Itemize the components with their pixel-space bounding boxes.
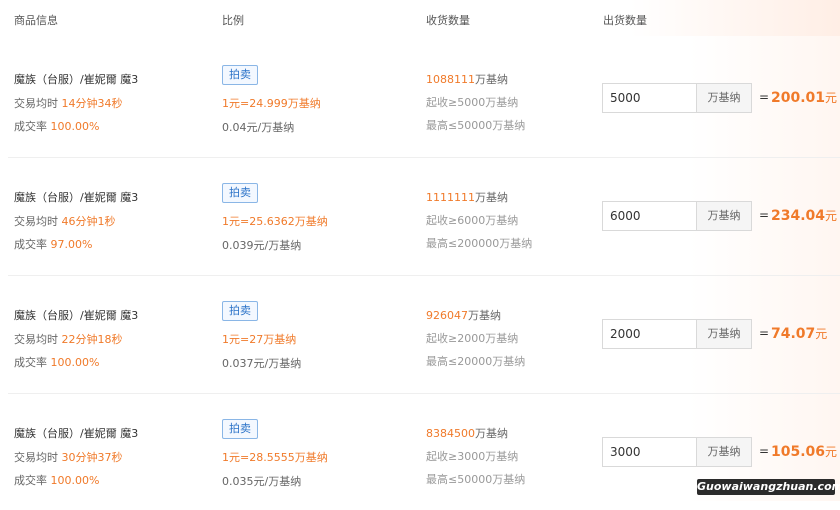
min-receive: 起收≥2000万基纳 [426, 332, 519, 345]
quantity-unit: 万基纳 [696, 201, 752, 231]
total-price: 105.06元 [771, 444, 838, 460]
total-price: 200.01元 [771, 90, 838, 106]
table-header: 商品信息 比例 收货数量 出货数量 [0, 0, 840, 36]
item-title[interactable]: 魔族（台服）/崔妮爾 魔3 [14, 189, 138, 205]
receive-quantity: 1088111万基纳 [426, 73, 508, 86]
min-receive: 起收≥5000万基纳 [426, 96, 519, 109]
site-watermark: Guowaiwangzhuan.com [697, 479, 840, 495]
receive-quantity: 926047万基纳 [426, 309, 501, 322]
unit-price: 0.039元/万基纳 [222, 239, 302, 252]
table-row: 魔族（台服）/崔妮爾 魔3 交易均时 46分钟1秒 成交率 97.00% 拍卖 … [0, 156, 840, 274]
ship-quantity-input[interactable]: 5000 [602, 83, 696, 113]
auction-tag: 拍卖 [222, 183, 258, 203]
receive-quantity: 1111111万基纳 [426, 191, 508, 204]
avg-trade-time: 交易均时 14分钟34秒 [14, 97, 123, 110]
receive-quantity: 8384500万基纳 [426, 427, 508, 440]
avg-trade-time: 交易均时 22分钟18秒 [14, 333, 123, 346]
header-ratio: 比例 [222, 14, 244, 27]
auction-tag: 拍卖 [222, 419, 258, 439]
table-row: 魔族（台服）/崔妮爾 魔3 交易均时 22分钟18秒 成交率 100.00% 拍… [0, 274, 840, 392]
success-rate: 成交率 97.00% [14, 238, 93, 251]
equals-sign: = [759, 90, 770, 104]
header-receive-qty: 收货数量 [426, 14, 470, 27]
header-item-info: 商品信息 [14, 14, 58, 27]
item-title[interactable]: 魔族（台服）/崔妮爾 魔3 [14, 307, 138, 323]
ship-quantity-input[interactable]: 3000 [602, 437, 696, 467]
quantity-unit: 万基纳 [696, 83, 752, 113]
equals-sign: = [759, 326, 770, 340]
total-price: 234.04元 [771, 208, 838, 224]
equals-sign: = [759, 208, 770, 222]
min-receive: 起收≥3000万基纳 [426, 450, 519, 463]
avg-trade-time: 交易均时 30分钟37秒 [14, 451, 123, 464]
quantity-unit: 万基纳 [696, 319, 752, 349]
max-receive: 最高≤50000万基纳 [426, 119, 526, 132]
auction-tag: 拍卖 [222, 301, 258, 321]
listing-page: 商品信息 比例 收货数量 出货数量 魔族（台服）/崔妮爾 魔3 交易均时 14分… [0, 0, 840, 501]
auction-tag: 拍卖 [222, 65, 258, 85]
min-receive: 起收≥6000万基纳 [426, 214, 519, 227]
total-price: 74.07元 [771, 326, 828, 342]
table-row: 魔族（台服）/崔妮爾 魔3 交易均时 14分钟34秒 成交率 100.00% 拍… [0, 38, 840, 156]
max-receive: 最高≤20000万基纳 [426, 355, 526, 368]
success-rate: 成交率 100.00% [14, 474, 100, 487]
quantity-unit: 万基纳 [696, 437, 752, 467]
header-ship-qty: 出货数量 [603, 14, 647, 27]
unit-price: 0.04元/万基纳 [222, 121, 295, 134]
success-rate: 成交率 100.00% [14, 120, 100, 133]
ship-quantity-input[interactable]: 6000 [602, 201, 696, 231]
success-rate: 成交率 100.00% [14, 356, 100, 369]
equals-sign: = [759, 444, 770, 458]
exchange-ratio: 1元=24.999万基纳 [222, 97, 321, 110]
exchange-ratio: 1元=25.6362万基纳 [222, 215, 328, 228]
unit-price: 0.035元/万基纳 [222, 475, 302, 488]
unit-price: 0.037元/万基纳 [222, 357, 302, 370]
exchange-ratio: 1元=27万基纳 [222, 333, 297, 346]
max-receive: 最高≤50000万基纳 [426, 473, 526, 486]
item-title[interactable]: 魔族（台服）/崔妮爾 魔3 [14, 71, 138, 87]
item-title[interactable]: 魔族（台服）/崔妮爾 魔3 [14, 425, 138, 441]
avg-trade-time: 交易均时 46分钟1秒 [14, 215, 116, 228]
max-receive: 最高≤200000万基纳 [426, 237, 533, 250]
ship-quantity-input[interactable]: 2000 [602, 319, 696, 349]
exchange-ratio: 1元=28.5555万基纳 [222, 451, 328, 464]
